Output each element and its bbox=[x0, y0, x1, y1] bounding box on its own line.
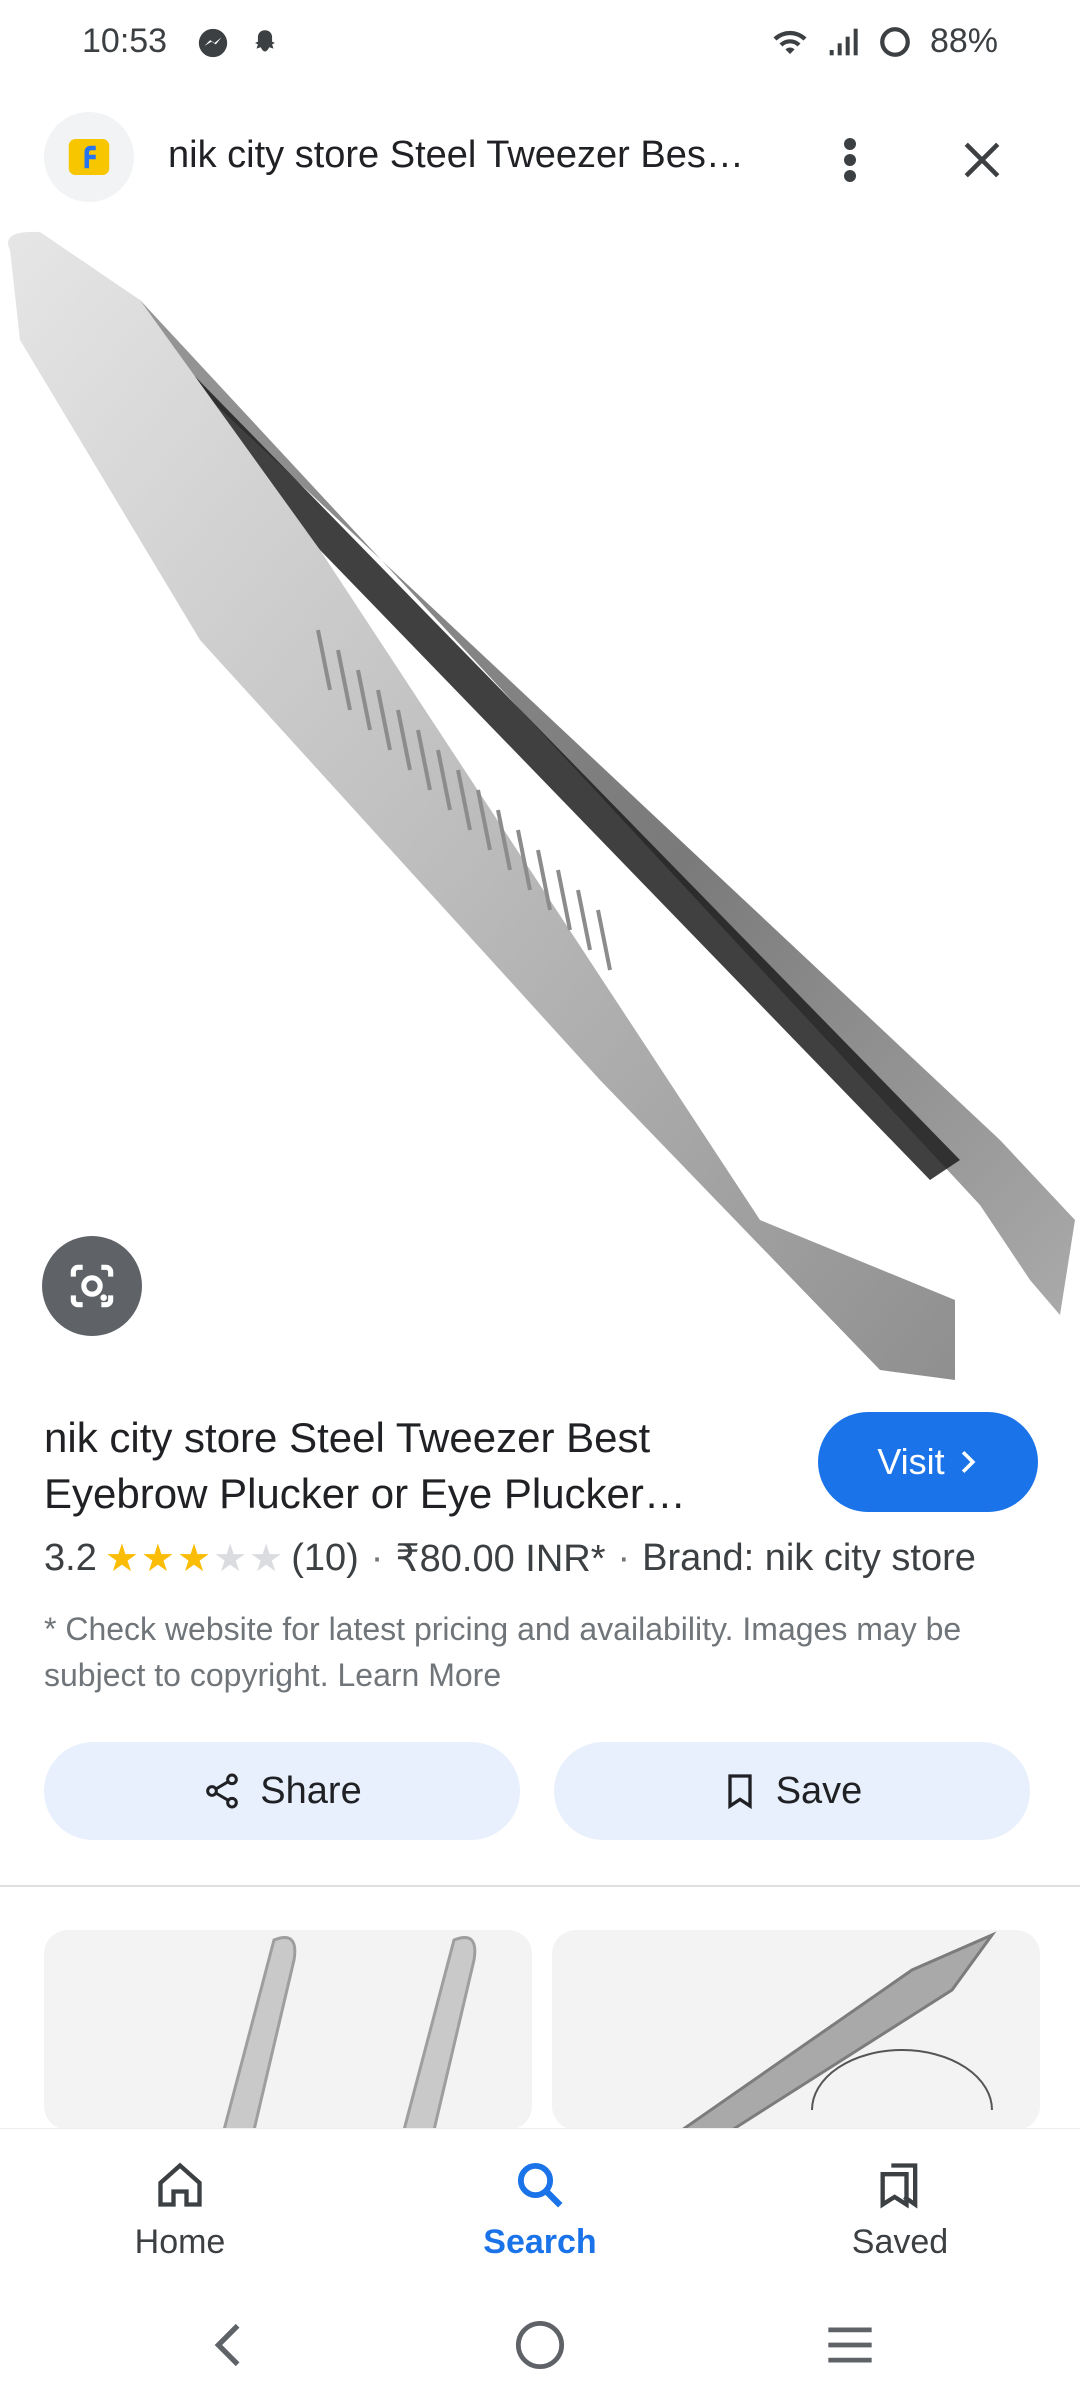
back-button[interactable] bbox=[188, 2310, 268, 2380]
messenger-icon bbox=[198, 28, 228, 58]
status-right: 88% bbox=[772, 22, 998, 61]
product-image[interactable] bbox=[0, 220, 1080, 1390]
bookmark-icon bbox=[728, 1774, 752, 1810]
header: nik city store Steel Tweezer Bes… bbox=[0, 110, 1080, 210]
review-count: (10) bbox=[291, 1537, 359, 1579]
back-icon bbox=[214, 2323, 240, 2367]
nav-search[interactable]: Search bbox=[440, 2153, 640, 2262]
wifi-icon bbox=[773, 30, 807, 54]
nav-home[interactable]: Home bbox=[80, 2153, 280, 2262]
save-button[interactable]: Save bbox=[554, 1742, 1030, 1840]
star-icon: ★ bbox=[176, 1538, 212, 1580]
star-empty-icon: ★ bbox=[213, 1538, 248, 1580]
separator-dot: · bbox=[617, 1537, 631, 1579]
battery-ring-icon bbox=[880, 26, 910, 57]
circle-home-icon bbox=[515, 2320, 565, 2370]
snapchat-icon bbox=[255, 30, 275, 52]
close-icon[interactable] bbox=[952, 130, 1012, 190]
signal-icon bbox=[829, 28, 858, 55]
visit-label: Visit bbox=[877, 1441, 945, 1482]
star-empty-icon: ★ bbox=[249, 1538, 284, 1580]
share-icon bbox=[206, 1773, 239, 1809]
related-image-2[interactable] bbox=[552, 1930, 1040, 2130]
share-button[interactable]: Share bbox=[44, 1742, 520, 1840]
google-lens-icon bbox=[70, 1264, 114, 1308]
price: ₹80.00 INR* bbox=[395, 1538, 606, 1580]
home-icon bbox=[158, 2162, 202, 2207]
more-options-icon[interactable] bbox=[820, 130, 880, 190]
disclaimer-text[interactable]: * Check website for latest pricing and a… bbox=[44, 1606, 1024, 1698]
system-navigation bbox=[0, 2290, 1080, 2400]
nav-home-label: Home bbox=[134, 2223, 226, 2261]
separator-dot: · bbox=[370, 1537, 384, 1579]
recents-button[interactable] bbox=[810, 2310, 890, 2380]
bottom-navigation: Home Search Saved bbox=[0, 2128, 1080, 2279]
search-icon bbox=[517, 2162, 563, 2208]
rating-value: 3.2 bbox=[44, 1537, 97, 1579]
nav-saved-label: Saved bbox=[851, 2223, 949, 2261]
rating-stars: ★ ★ ★ ★ ★ bbox=[105, 1536, 283, 1581]
product-title[interactable]: nik city store Steel Tweezer Best Eyebro… bbox=[44, 1410, 784, 1522]
brand: Brand: nik city store bbox=[642, 1537, 976, 1579]
share-label: Share bbox=[260, 1769, 362, 1812]
page-title: nik city store Steel Tweezer Bes… bbox=[168, 134, 744, 176]
save-label: Save bbox=[775, 1769, 863, 1812]
product-meta: 3.2 ★ ★ ★ ★ ★ (10) · ₹80.00 INR* · Brand… bbox=[44, 1536, 976, 1581]
flipkart-logo-icon[interactable] bbox=[44, 112, 134, 202]
nav-saved[interactable]: Saved bbox=[800, 2153, 1000, 2262]
status-bar: 10:53 88% bbox=[0, 0, 1080, 90]
status-time: 10:53 bbox=[82, 22, 168, 60]
menu-lines-icon bbox=[828, 2327, 872, 2363]
battery-percent: 88% bbox=[929, 22, 998, 60]
saved-icon bbox=[880, 2163, 918, 2209]
notification-icons bbox=[196, 26, 282, 60]
star-icon: ★ bbox=[140, 1538, 175, 1580]
tweezer-thumbnail bbox=[222, 1936, 477, 2130]
home-system-button[interactable] bbox=[500, 2310, 580, 2380]
tweezer-thumbnail bbox=[679, 1931, 997, 2130]
lens-search-button[interactable] bbox=[42, 1236, 142, 1336]
chevron-right-icon bbox=[961, 1450, 976, 1474]
visit-button[interactable]: Visit bbox=[818, 1412, 1038, 1512]
divider bbox=[0, 1885, 1080, 1887]
nav-search-label: Search bbox=[483, 2223, 597, 2261]
related-image-1[interactable] bbox=[44, 1930, 532, 2130]
star-icon: ★ bbox=[104, 1538, 139, 1580]
tweezer-image bbox=[8, 231, 1075, 1381]
